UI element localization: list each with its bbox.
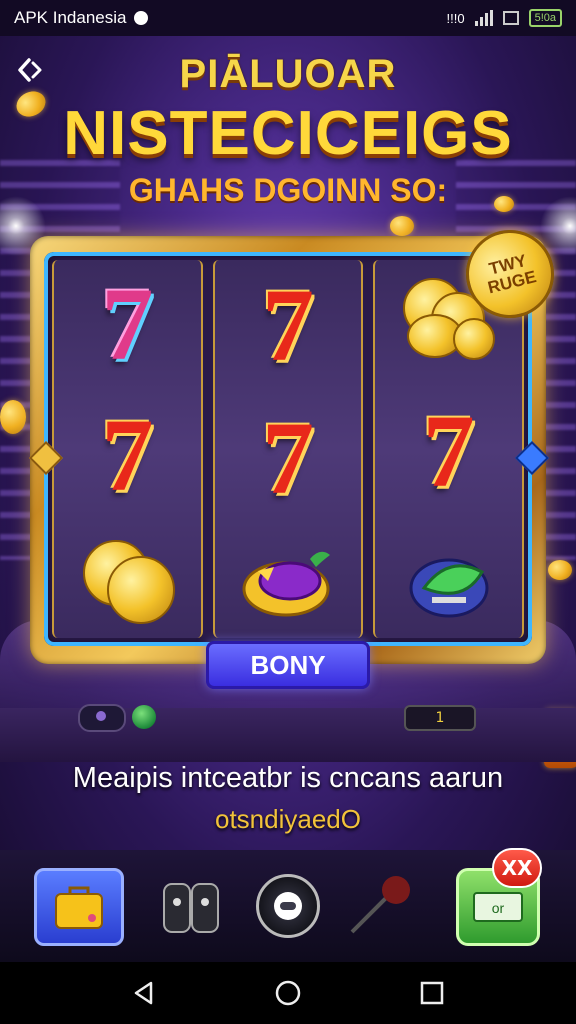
briefcase-button[interactable] bbox=[34, 868, 124, 946]
coin-badge-text: TWY RUGE bbox=[485, 250, 539, 298]
svg-text:or: or bbox=[492, 900, 505, 916]
reel-2[interactable]: 7 7 bbox=[212, 260, 364, 638]
toggle-switch[interactable] bbox=[78, 704, 126, 732]
nav-back-button[interactable] bbox=[126, 975, 162, 1011]
green-knob-button[interactable] bbox=[132, 705, 156, 729]
gem-symbol bbox=[404, 534, 494, 624]
floating-coin bbox=[0, 400, 26, 434]
status-bar: APK Indanesia !!!0 5!0a bbox=[0, 0, 576, 36]
cue-button[interactable] bbox=[346, 872, 416, 938]
chip-icon bbox=[274, 892, 302, 920]
cash-icon: or bbox=[473, 892, 523, 922]
briefcase-icon bbox=[55, 886, 103, 929]
nav-recents-button[interactable] bbox=[414, 975, 450, 1011]
notification-badge[interactable]: XX bbox=[492, 848, 542, 888]
signal-text: !!!0 bbox=[446, 10, 465, 26]
reel-1[interactable]: 7 7 bbox=[52, 260, 203, 638]
triangle-back-icon bbox=[134, 981, 153, 1005]
seven-symbol: 7 bbox=[101, 397, 154, 513]
masks-icon bbox=[163, 883, 219, 933]
cue-icon bbox=[350, 876, 410, 934]
screenshot-icon bbox=[502, 11, 519, 25]
game-title-main: NISTECICEIGS bbox=[63, 99, 513, 168]
masks-button[interactable] bbox=[160, 880, 222, 936]
game-subtitle: GHAHS DGOINN SO: bbox=[128, 172, 448, 208]
nav-home-button[interactable] bbox=[270, 975, 306, 1011]
slot-machine-frame: 7 7 7 7 7 bbox=[29, 236, 549, 664]
seven-symbol: 7 bbox=[262, 400, 314, 516]
bonus-button[interactable]: BONY bbox=[206, 641, 370, 689]
reels-window: 7 7 7 7 7 bbox=[44, 252, 532, 646]
coins-symbol bbox=[79, 532, 176, 628]
credit-display: 1 bbox=[404, 705, 476, 731]
battery-icon: 5!0a bbox=[528, 9, 562, 27]
promo-message: Meaipis intceatbr is cncans aarun bbox=[72, 762, 504, 794]
seven-symbol: 7 bbox=[262, 268, 314, 384]
circle-home-icon bbox=[275, 980, 301, 1006]
signal-icon bbox=[474, 10, 493, 26]
notification-icon bbox=[134, 11, 149, 25]
promo-submessage: otsndiyaedO bbox=[215, 804, 361, 834]
floating-coin bbox=[548, 560, 572, 580]
fruit-symbol bbox=[238, 537, 338, 627]
game-title-top: PIĀLUOAR bbox=[179, 52, 397, 96]
seven-symbol: 7 bbox=[422, 393, 475, 509]
app-name: APK Indanesia bbox=[14, 8, 127, 27]
seven-symbol: 7 bbox=[101, 267, 154, 383]
chip-button[interactable] bbox=[256, 874, 320, 938]
square-recents-icon bbox=[420, 981, 444, 1005]
floating-coin bbox=[390, 216, 414, 236]
